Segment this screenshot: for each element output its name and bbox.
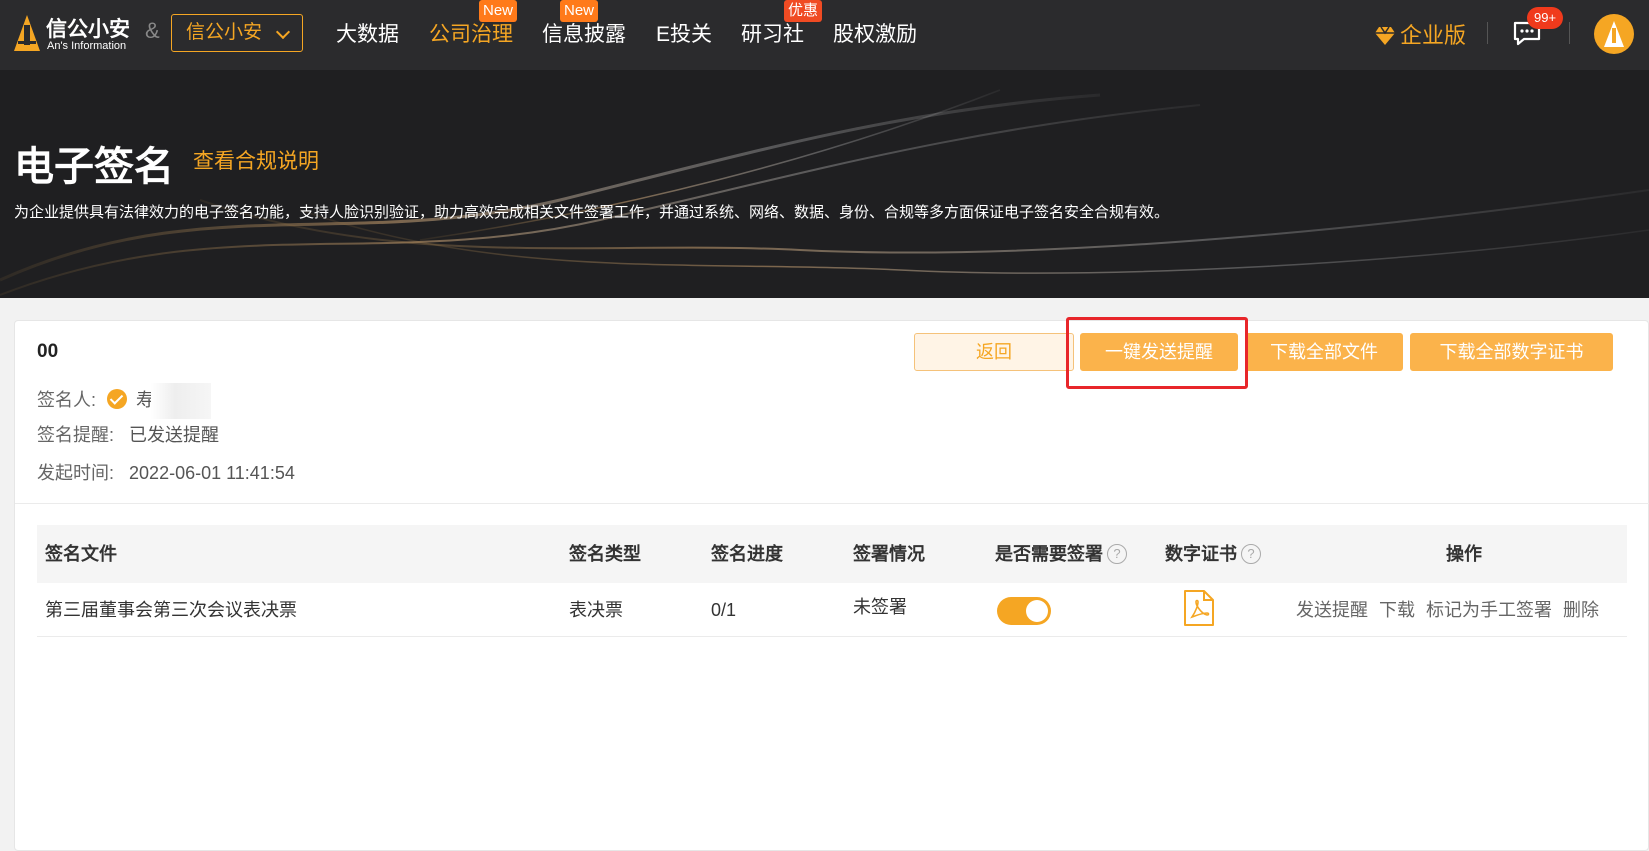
table-row: 第三届董事会第三次会议表决票 表决票 0/1 未签署 发送提醒 下载 标记为手工… (37, 583, 1627, 637)
send-reminder-link[interactable]: 发送提醒 (1296, 600, 1368, 620)
page-title: 电子签名 (14, 145, 174, 189)
download-link[interactable]: 下载 (1379, 600, 1415, 620)
redacted-name (151, 383, 212, 419)
header-need-sign: 是否需要签署? (995, 525, 1127, 583)
page-banner: 电子签名 查看合规说明 为企业提供具有法律效力的电子签名功能，支持人脸识别验证，… (0, 70, 1649, 298)
page-description: 为企业提供具有法律效力的电子签名功能，支持人脸识别验证，助力高效完成相关文件签署… (14, 204, 1170, 221)
mark-manual-sign-link[interactable]: 标记为手工签署 (1426, 600, 1552, 620)
time-label: 发起时间: (37, 463, 115, 483)
header-cert: 数字证书? (1165, 525, 1261, 583)
signature-files-table: 签名文件 签名类型 签名进度 签署情况 是否需要签署? 数字证书? 操作 第三届… (37, 525, 1627, 637)
sign-type: 表决票 (569, 600, 623, 620)
header-type: 签名类型 (569, 544, 641, 564)
header-progress: 签名进度 (711, 544, 783, 564)
row-actions: 发送提醒 下载 标记为手工签署 删除 (1296, 583, 1599, 637)
reminder-row: 签名提醒: 已发送提醒 (37, 421, 219, 447)
send-reminder-button[interactable]: 一键发送提醒 (1080, 333, 1238, 371)
check-circle-icon (107, 388, 128, 409)
delete-link[interactable]: 删除 (1563, 600, 1599, 620)
help-icon[interactable]: ? (1107, 544, 1127, 564)
header-ops: 操作 (1446, 544, 1482, 564)
org-select-value: 信公小安 (186, 22, 263, 43)
org-select[interactable]: 信公小安 (171, 14, 303, 52)
nav-item-disclosure[interactable]: 信息披露 New (542, 0, 626, 48)
table-header: 签名文件 签名类型 签名进度 签署情况 是否需要签署? 数字证书? 操作 (37, 525, 1627, 583)
signer-row: 签名人: 寿 (37, 383, 212, 419)
document-code: 00 (37, 341, 59, 362)
nav-item-investor-relations[interactable]: E投关 (656, 18, 712, 48)
message-count-badge: 99+ (1527, 7, 1564, 29)
reminder-label: 签名提醒: (37, 425, 115, 445)
signature-detail-card: 00 签名人: 寿 签名提醒: 已发送提醒 发起时间: 2022-06-01 1… (14, 317, 1649, 851)
chevron-down-icon (275, 24, 291, 40)
logo-subtitle: An's Information (47, 40, 127, 52)
header-file: 签名文件 (45, 544, 117, 564)
sign-progress: 0/1 (711, 600, 737, 620)
back-button[interactable]: 返回 (914, 333, 1074, 371)
logo-mark-icon (14, 15, 40, 51)
pdf-icon[interactable] (1183, 589, 1215, 627)
time-value: 2022-06-01 11:41:54 (129, 463, 295, 483)
ampersand: & (145, 18, 160, 43)
nav-item-equity-incentive[interactable]: 股权激励 (833, 18, 917, 48)
signer-label: 签名人: (37, 389, 97, 410)
new-badge: New (559, 0, 598, 22)
header-status: 签署情况 (853, 544, 925, 564)
avatar-logo-icon (1604, 21, 1624, 47)
avatar[interactable] (1594, 14, 1634, 54)
help-icon[interactable]: ? (1241, 544, 1261, 564)
section-divider (15, 503, 1649, 504)
nav-item-governance[interactable]: 公司治理 New (429, 0, 517, 48)
logo-name: 信公小安 (46, 18, 130, 41)
nav-item-big-data[interactable]: 大数据 (336, 18, 399, 48)
top-navbar: 信公小安 An's Information & 信公小安 大数据 公司治理 Ne… (0, 0, 1649, 70)
file-name[interactable]: 第三届董事会第三次会议表决票 (45, 583, 297, 637)
enterprise-edition[interactable]: 企业版 (1374, 18, 1466, 50)
compliance-link[interactable]: 查看合规说明 (193, 145, 319, 175)
promo-badge: 优惠 (783, 0, 822, 22)
logo[interactable]: 信公小安 An's Information (14, 13, 144, 53)
diamond-icon (1375, 26, 1395, 45)
banner-wave-decoration (0, 89, 1649, 296)
divider (1487, 22, 1488, 44)
time-row: 发起时间: 2022-06-01 11:41:54 (37, 459, 295, 485)
divider (1569, 22, 1570, 44)
download-all-files-button[interactable]: 下载全部文件 (1245, 333, 1403, 371)
download-all-certs-button[interactable]: 下载全部数字证书 (1410, 333, 1613, 371)
reminder-value: 已发送提醒 (129, 425, 220, 445)
enterprise-label: 企业版 (1400, 23, 1467, 48)
need-sign-toggle[interactable] (997, 597, 1051, 625)
sign-status: 未签署 (853, 597, 907, 617)
nav-item-academy[interactable]: 研习社 优惠 (741, 0, 822, 48)
new-badge: New (478, 0, 517, 22)
